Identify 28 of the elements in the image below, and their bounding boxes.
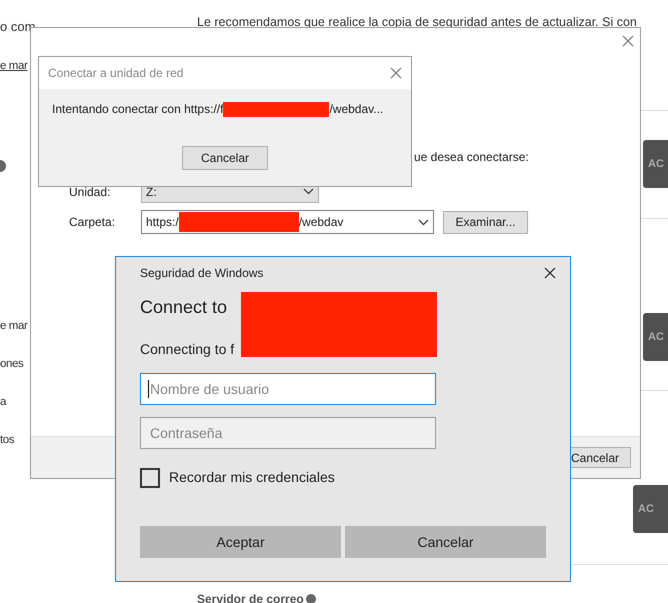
- sidebar-item[interactable]: e mar: [0, 318, 28, 336]
- page-link[interactable]: e mar: [0, 58, 28, 76]
- sidebar-item[interactable]: ones: [0, 356, 24, 374]
- browse-button[interactable]: Examinar...: [443, 210, 528, 234]
- sidebar-item[interactable]: tos: [0, 432, 14, 450]
- checkbox-label: Recordar mis credenciales: [169, 468, 335, 487]
- intro-text: Le recomendamos que realice la copia de seguridad antes de actualizar. Si con: [197, 14, 637, 31]
- status-message: Intentando conectar con https://f /webdav...: [52, 100, 384, 118]
- connection-text: Connecting to f: [140, 340, 234, 359]
- dialog-title: Conectar a unidad de red: [48, 65, 184, 82]
- section-label: Servidor de correo: [197, 591, 304, 603]
- chevron-down-icon: [303, 188, 314, 195]
- password-field[interactable]: Contraseña: [140, 417, 436, 449]
- field-label: Carpeta:: [69, 214, 116, 231]
- chevron-down-icon: [418, 218, 429, 226]
- cancel-button[interactable]: Cancelar: [182, 146, 268, 170]
- field-label: Unidad:: [69, 184, 112, 200]
- text-cursor: [148, 380, 149, 398]
- username-field[interactable]: Nombre de usuario: [140, 373, 436, 405]
- instruction-text: ue desea conectarse:: [414, 149, 530, 166]
- dialog-title: Seguridad de Windows: [140, 265, 264, 282]
- close-icon[interactable]: [544, 267, 556, 279]
- cancel-button[interactable]: Cancelar: [345, 526, 546, 558]
- accept-button[interactable]: Aceptar: [140, 526, 341, 558]
- sidebar-item[interactable]: a: [0, 394, 6, 412]
- dialog-heading: Connect to: [140, 296, 228, 319]
- help-icon: [306, 594, 316, 603]
- checkbox[interactable]: [140, 468, 160, 488]
